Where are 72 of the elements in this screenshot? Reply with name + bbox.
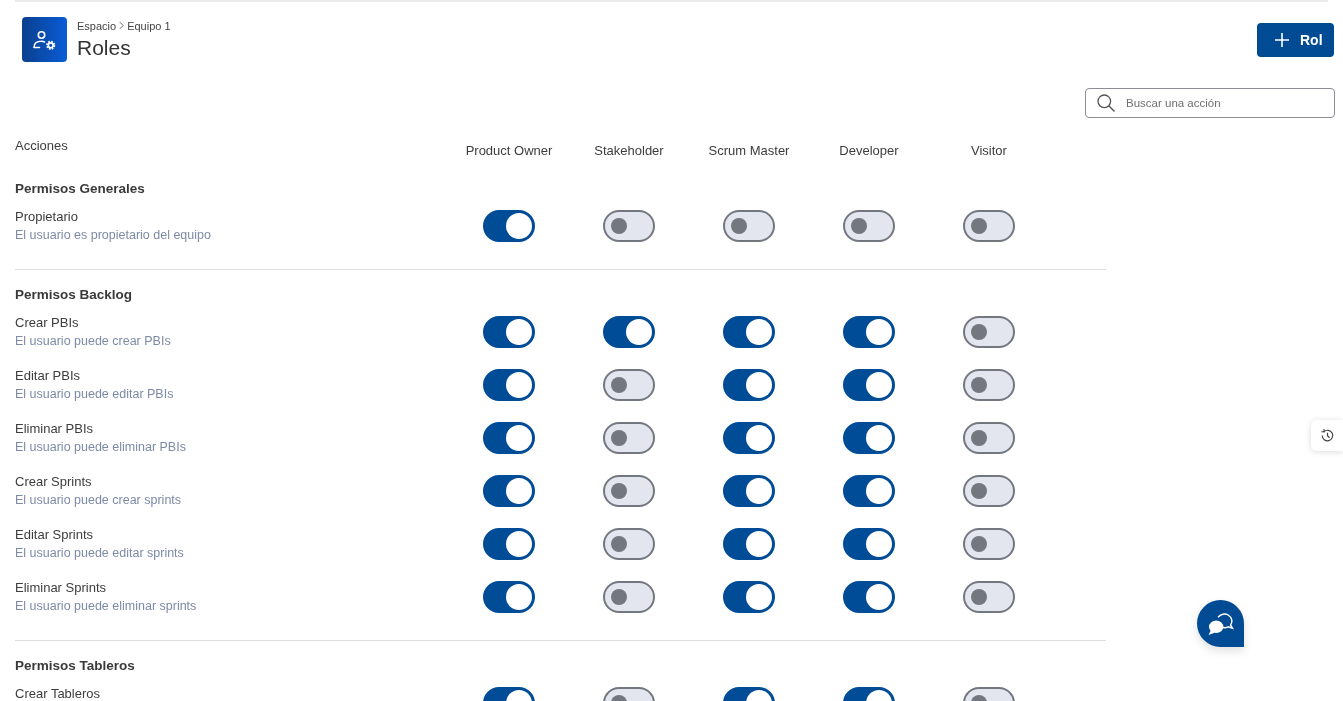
toggle-switch[interactable] xyxy=(963,475,1015,507)
add-role-button[interactable]: Rol xyxy=(1257,22,1334,57)
page-title: Roles xyxy=(77,34,132,61)
column-header: Scrum Master xyxy=(708,142,790,160)
toggle-switch[interactable] xyxy=(483,422,535,454)
column-header: Product Owner xyxy=(465,142,553,160)
permission-description: El usuario puede editar sprints xyxy=(15,544,184,562)
user-gear-icon xyxy=(22,17,67,62)
permission-name: Propietario xyxy=(15,207,78,226)
toggle-switch[interactable] xyxy=(483,475,535,507)
toggle-switch[interactable] xyxy=(963,422,1015,454)
search-field[interactable]: Buscar una acción xyxy=(1085,88,1335,118)
toggle-switch[interactable] xyxy=(603,316,655,348)
toggle-switch[interactable] xyxy=(723,369,775,401)
search-icon xyxy=(1097,94,1115,112)
history-icon xyxy=(1319,428,1335,443)
toggle-switch[interactable] xyxy=(843,210,895,242)
toggle-switch[interactable] xyxy=(483,528,535,560)
speech-bubbles-icon xyxy=(1207,611,1234,636)
toggle-switch[interactable] xyxy=(603,581,655,613)
section-title: Permisos Backlog xyxy=(15,286,133,304)
breadcrumb-link[interactable]: Equipo 1 xyxy=(127,18,171,33)
toggle-switch[interactable] xyxy=(723,475,775,507)
toggle-switch[interactable] xyxy=(963,369,1015,401)
toggle-switch[interactable] xyxy=(843,475,895,507)
column-header: Visitor xyxy=(971,142,1007,160)
history-button[interactable] xyxy=(1311,420,1343,451)
toggle-switch[interactable] xyxy=(843,422,895,454)
toggle-switch[interactable] xyxy=(963,581,1015,613)
breadcrumb-link[interactable]: Espacio xyxy=(77,18,117,33)
permission-description: El usuario puede eliminar PBIs xyxy=(15,438,186,456)
permission-name: Eliminar PBIs xyxy=(15,419,94,438)
toggle-switch[interactable] xyxy=(603,422,655,454)
permission-name: Crear Sprints xyxy=(15,472,92,491)
toggle-switch[interactable] xyxy=(483,369,535,401)
permission-description: El usuario es propietario del equipo xyxy=(15,226,211,244)
toggle-switch[interactable] xyxy=(603,475,655,507)
plus-icon xyxy=(1275,32,1289,47)
toggle-switch[interactable] xyxy=(603,369,655,401)
chat-button[interactable] xyxy=(1197,600,1244,647)
toggle-switch[interactable] xyxy=(843,316,895,348)
toggle-switch[interactable] xyxy=(603,210,655,242)
permission-description: El usuario puede editar PBIs xyxy=(15,385,174,403)
toggle-switch[interactable] xyxy=(483,210,535,242)
permission-name: Editar PBIs xyxy=(15,366,81,385)
permission-description: El usuario puede crear PBIs xyxy=(15,332,171,350)
permission-name: Editar Sprints xyxy=(15,525,94,544)
toggle-switch[interactable] xyxy=(723,316,775,348)
toggle-switch[interactable] xyxy=(723,422,775,454)
permission-description: El usuario puede crear sprints xyxy=(15,491,182,509)
toggle-switch[interactable] xyxy=(723,581,775,613)
chevron-right-icon xyxy=(119,21,125,30)
permission-name: Eliminar Sprints xyxy=(15,578,107,597)
toggle-switch[interactable] xyxy=(843,581,895,613)
toggle-switch[interactable] xyxy=(843,528,895,560)
toggle-switch[interactable] xyxy=(483,581,535,613)
toggle-switch[interactable] xyxy=(483,316,535,348)
toggle-switch[interactable] xyxy=(723,210,775,242)
permission-name: Crear Tableros xyxy=(15,684,101,701)
toggle-switch[interactable] xyxy=(723,528,775,560)
toggle-switch[interactable] xyxy=(963,528,1015,560)
permission-name: Crear PBIs xyxy=(15,313,79,332)
toggle-switch[interactable] xyxy=(603,528,655,560)
toggle-switch[interactable] xyxy=(963,210,1015,242)
column-header: Acciones xyxy=(15,138,68,153)
toggle-switch[interactable] xyxy=(963,316,1015,348)
column-header: Developer xyxy=(839,142,899,160)
section-title: Permisos Generales xyxy=(15,180,145,198)
section-title: Permisos Tableros xyxy=(15,657,135,675)
column-header: Stakeholder xyxy=(594,142,664,160)
toggle-switch[interactable] xyxy=(843,369,895,401)
permission-description: El usuario puede eliminar sprints xyxy=(15,597,197,615)
